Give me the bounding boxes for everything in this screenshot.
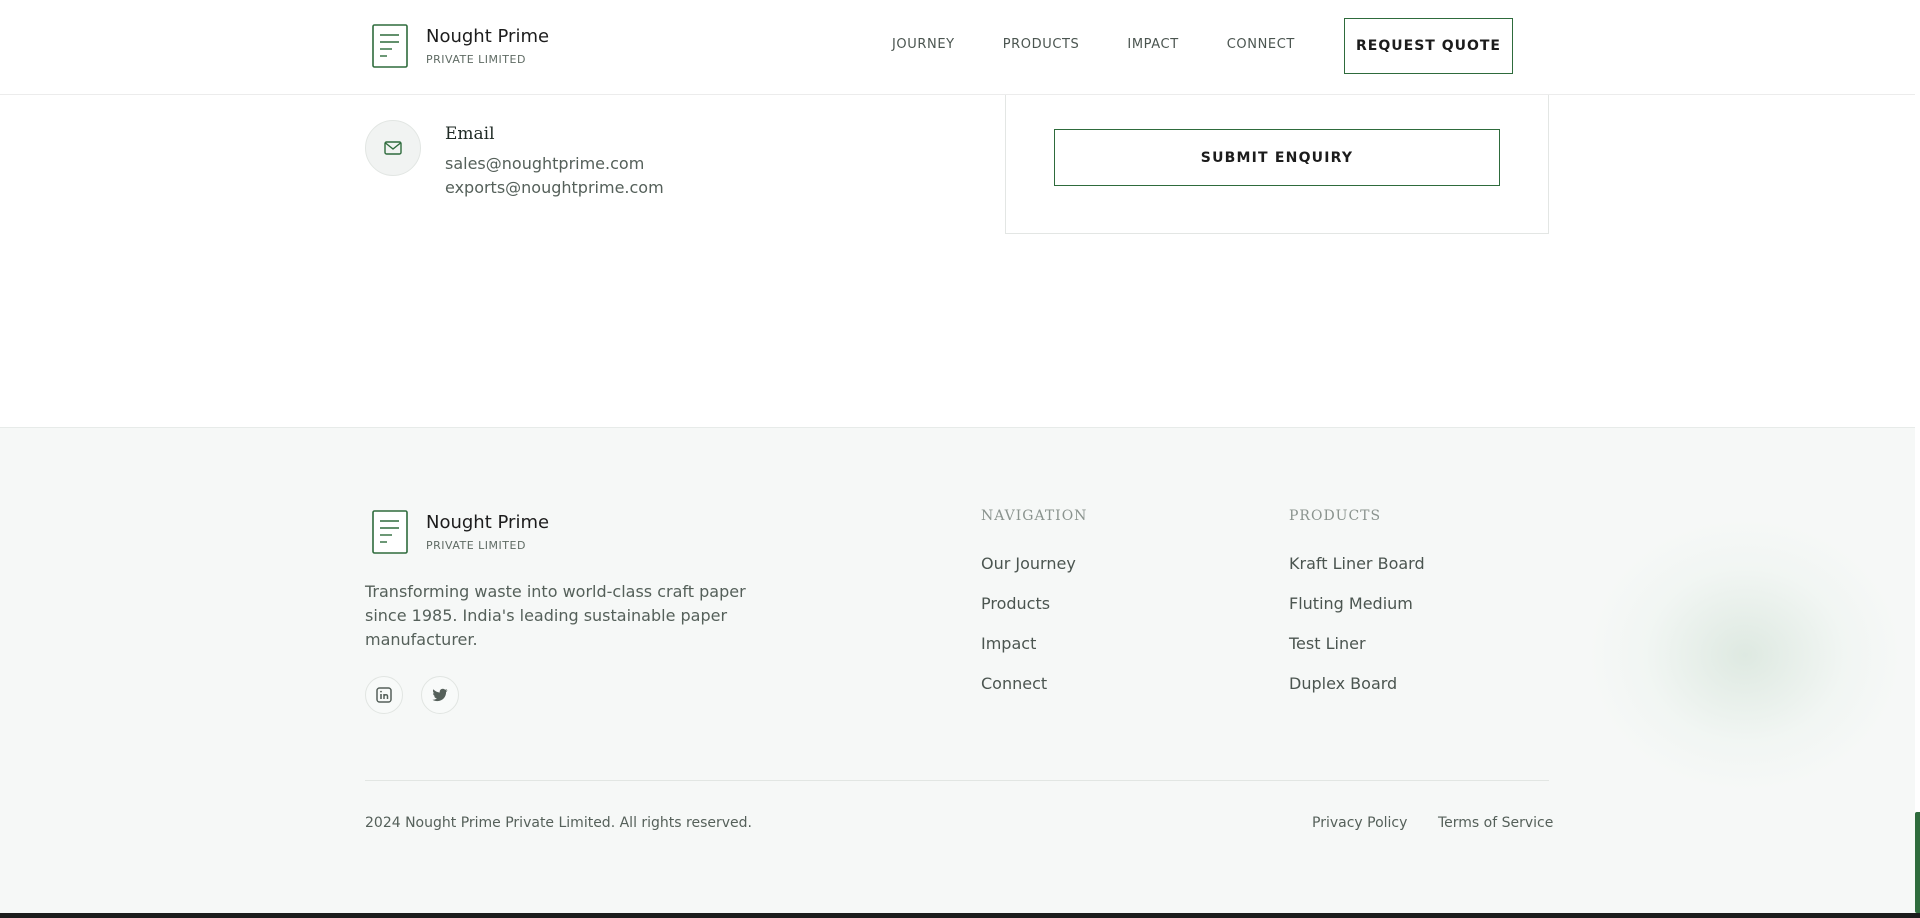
linkedin-icon	[376, 687, 392, 703]
footer-brand-name: Nought Prime	[426, 511, 550, 533]
email-icon-badge	[365, 120, 421, 176]
footer-link-connect[interactable]: Connect	[981, 674, 1047, 693]
request-quote-button[interactable]: REQUEST QUOTE	[1344, 18, 1513, 74]
terms-of-service-link[interactable]: Terms of Service	[1438, 815, 1553, 831]
window-bottom-edge	[0, 913, 1920, 918]
footer-products-heading: PRODUCTS	[1289, 508, 1382, 524]
decorative-glow	[1590, 520, 1900, 790]
brand-name: Nought Prime	[426, 25, 550, 47]
footer-divider	[365, 780, 1549, 781]
twitter-button[interactable]	[421, 676, 459, 714]
footer-description: Transforming waste into world-class craf…	[365, 582, 746, 649]
footer-link-products[interactable]: Products	[981, 594, 1050, 613]
nav-products[interactable]: PRODUCTS	[1003, 37, 1080, 52]
email-heading: Email	[445, 124, 495, 144]
brand-subtitle: PRIVATE LIMITED	[426, 52, 526, 66]
footer-link-impact[interactable]: Impact	[981, 634, 1036, 653]
nav-impact[interactable]: IMPACT	[1127, 37, 1178, 52]
mail-icon	[384, 141, 402, 155]
privacy-policy-link[interactable]: Privacy Policy	[1312, 815, 1407, 831]
twitter-icon	[432, 688, 448, 702]
document-logo-icon	[372, 24, 408, 68]
footer-link-duplex-board[interactable]: Duplex Board	[1289, 674, 1397, 693]
submit-enquiry-button[interactable]: SUBMIT ENQUIRY	[1054, 129, 1500, 186]
footer-link-test-liner[interactable]: Test Liner	[1289, 634, 1366, 653]
footer-link-our-journey[interactable]: Our Journey	[981, 554, 1076, 573]
footer-link-fluting-medium[interactable]: Fluting Medium	[1289, 594, 1413, 613]
linkedin-button[interactable]	[365, 676, 403, 714]
footer-brand-subtitle: PRIVATE LIMITED	[426, 538, 526, 552]
footer-link-kraft-liner-board[interactable]: Kraft Liner Board	[1289, 554, 1425, 573]
nav-journey[interactable]: JOURNEY	[892, 37, 955, 52]
scrollbar-track[interactable]	[1915, 0, 1920, 913]
scrollbar-thumb[interactable]	[1915, 812, 1920, 913]
document-logo-icon	[372, 510, 408, 554]
sales-email-link[interactable]: sales@noughtprime.com	[445, 154, 644, 173]
exports-email-link[interactable]: exports@noughtprime.com	[445, 178, 664, 197]
nav-connect[interactable]: CONNECT	[1227, 37, 1295, 52]
copyright-text: 2024 Nought Prime Private Limited. All r…	[365, 815, 753, 831]
main-nav: JOURNEY PRODUCTS IMPACT CONNECT	[892, 37, 1295, 52]
header-logo[interactable]: Nought Prime PRIVATE LIMITED	[372, 24, 549, 68]
footer-nav-heading: NAVIGATION	[981, 508, 1088, 524]
footer-logo[interactable]: Nought Prime PRIVATE LIMITED	[372, 510, 549, 554]
site-header: Nought Prime PRIVATE LIMITED JOURNEY PRO…	[0, 0, 1915, 95]
